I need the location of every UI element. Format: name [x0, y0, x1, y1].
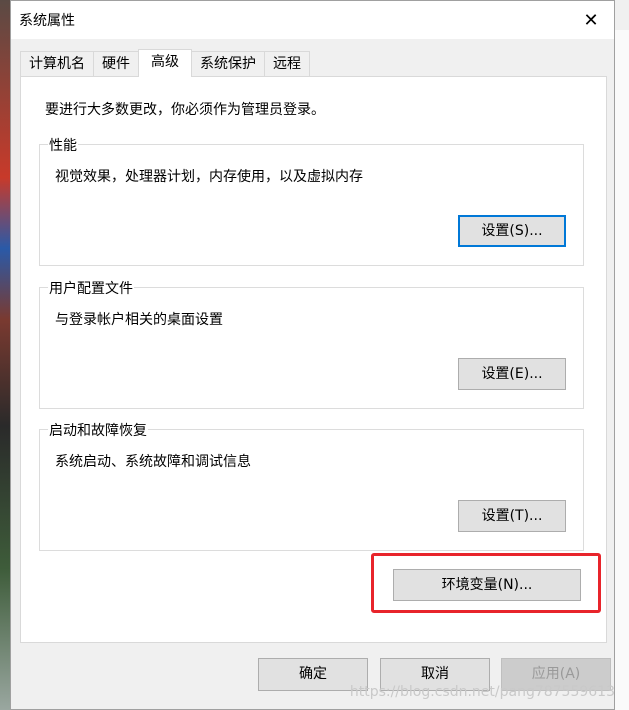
- startup-recovery-group: 启动和故障恢复 系统启动、系统故障和调试信息 设置(T)...: [39, 420, 584, 551]
- tab-bar: 计算机名 硬件 高级 系统保护 远程: [20, 49, 310, 77]
- performance-description: 视觉效果，处理器计划，内存使用，以及虚拟内存: [55, 169, 363, 185]
- tab-computer-name[interactable]: 计算机名: [20, 51, 94, 77]
- close-icon: ✕: [583, 9, 599, 31]
- tab-advanced[interactable]: 高级: [138, 49, 192, 77]
- tab-remote[interactable]: 远程: [264, 51, 310, 77]
- user-profiles-legend: 用户配置文件: [48, 278, 134, 298]
- startup-recovery-description: 系统启动、系统故障和调试信息: [55, 454, 251, 470]
- desktop-background-left: [0, 0, 10, 710]
- close-button[interactable]: ✕: [568, 1, 614, 39]
- user-profiles-group: 用户配置文件 与登录帐户相关的桌面设置 设置(E)...: [39, 278, 584, 409]
- performance-group: 性能 视觉效果，处理器计划，内存使用，以及虚拟内存 设置(S)...: [39, 135, 584, 266]
- window-title: 系统属性: [19, 13, 75, 29]
- startup-recovery-legend: 启动和故障恢复: [48, 420, 148, 440]
- title-bar[interactable]: 系统属性 ✕: [11, 1, 614, 39]
- user-profiles-description: 与登录帐户相关的桌面设置: [55, 312, 223, 328]
- user-profiles-settings-button[interactable]: 设置(E)...: [458, 358, 566, 390]
- watermark: https://blog.csdn.net/pang787559613: [349, 684, 615, 700]
- environment-variables-button[interactable]: 环境变量(N)...: [393, 569, 581, 601]
- system-properties-dialog: 系统属性 ✕ 计算机名 硬件 高级 系统保护 远程 要进行大多数更改，你必须作为…: [10, 0, 615, 710]
- startup-recovery-settings-button[interactable]: 设置(T)...: [458, 500, 566, 532]
- desktop-background-right: [613, 30, 629, 710]
- performance-settings-button[interactable]: 设置(S)...: [458, 215, 566, 247]
- performance-legend: 性能: [48, 135, 78, 155]
- tab-hardware[interactable]: 硬件: [93, 51, 139, 77]
- tab-system-protection[interactable]: 系统保护: [191, 51, 265, 77]
- admin-notice: 要进行大多数更改，你必须作为管理员登录。: [45, 102, 325, 118]
